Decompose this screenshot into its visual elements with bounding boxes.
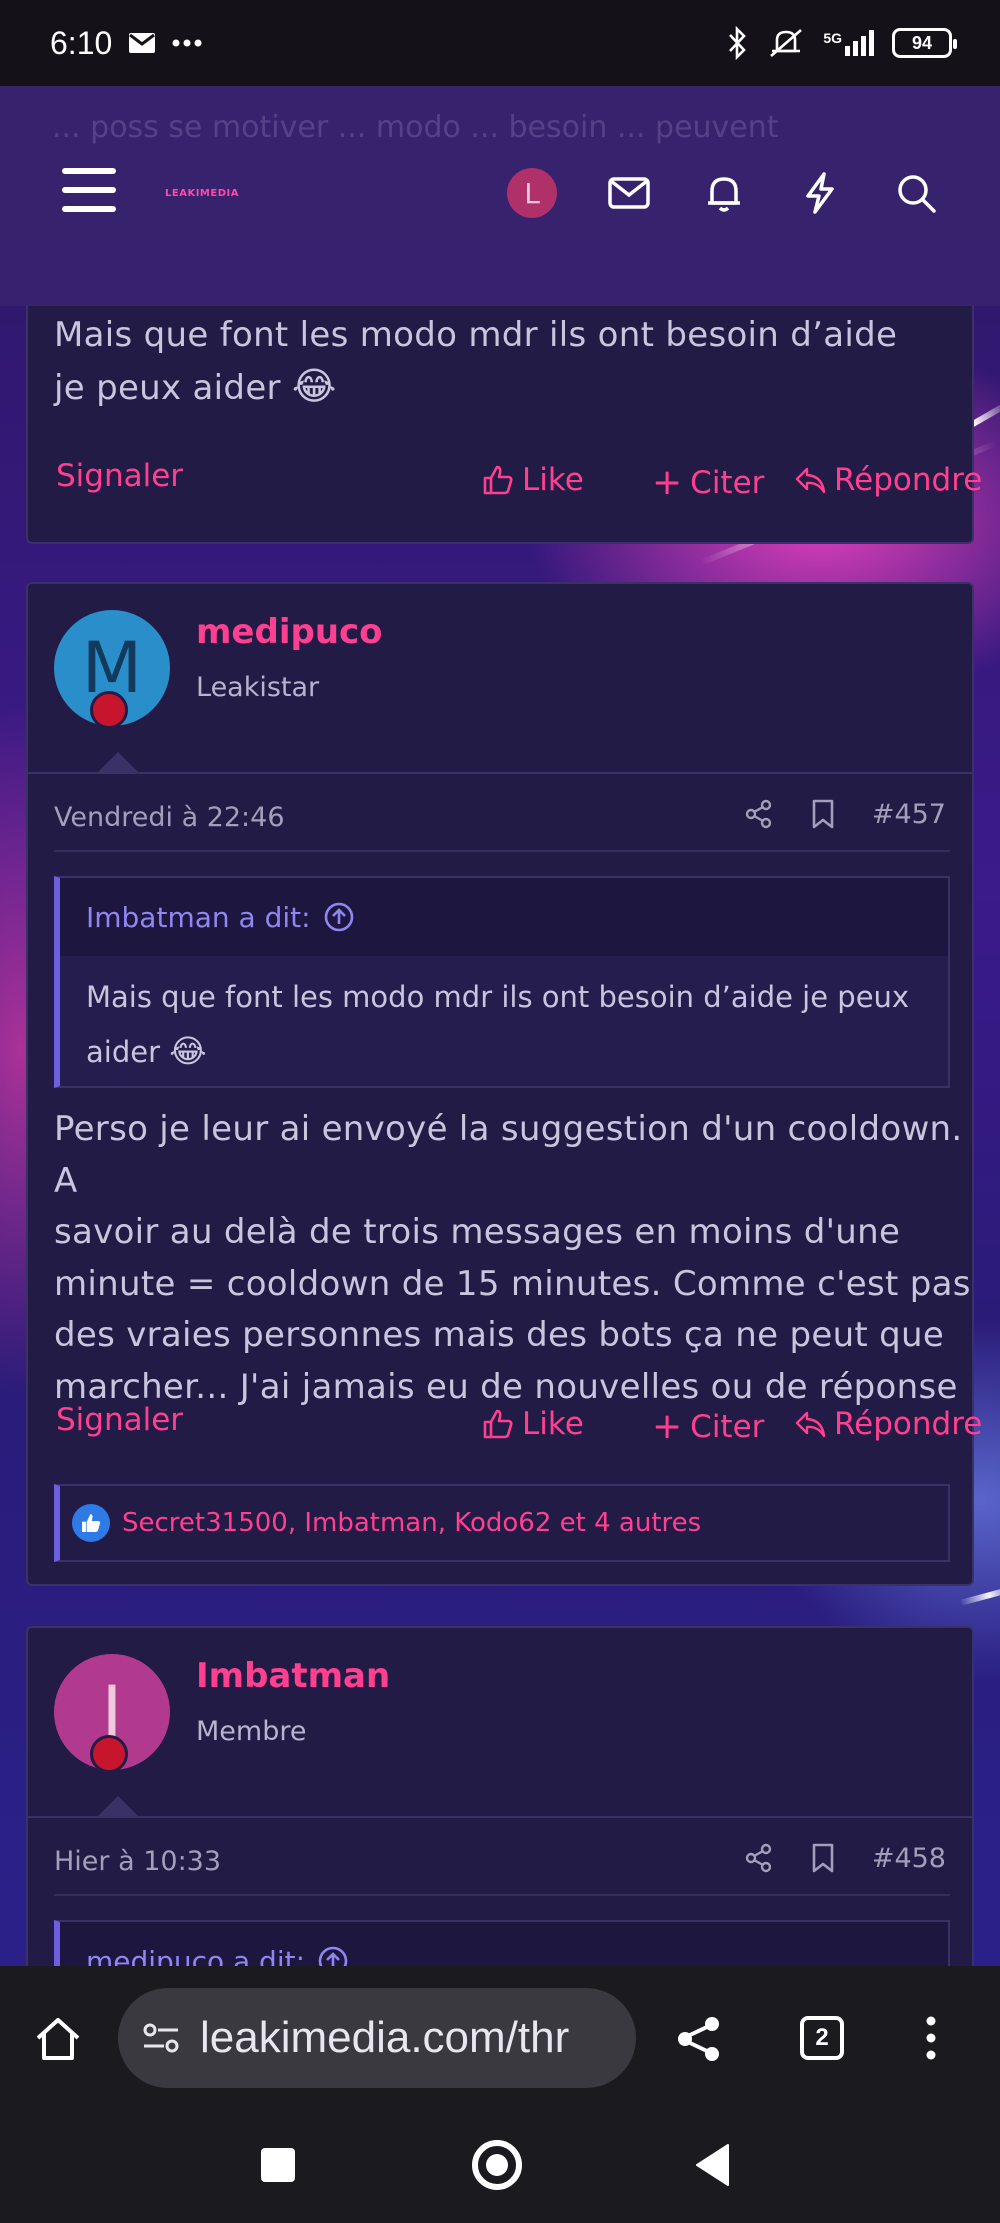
user-badge-icon xyxy=(90,1735,128,1773)
share-page-icon[interactable] xyxy=(674,2014,724,2064)
home-button-icon[interactable] xyxy=(472,2140,522,2190)
battery-indicator: 94 xyxy=(892,28,957,58)
post-body: Mais que font les modo mdr ils ont besoi… xyxy=(54,310,934,414)
like-label: Like xyxy=(522,462,584,498)
system-navigation-bar xyxy=(0,2112,1000,2223)
lightning-icon[interactable] xyxy=(797,170,843,216)
quote-label: Citer xyxy=(690,464,765,501)
quote-button[interactable]: + Citer xyxy=(652,462,764,503)
home-icon[interactable] xyxy=(34,2016,82,2062)
quote-label: Citer xyxy=(690,1408,765,1445)
battery-level: 94 xyxy=(911,32,933,53)
laughing-emoji-icon: 😂 xyxy=(169,1032,207,1070)
post-date[interactable]: Hier à 10:33 xyxy=(54,1846,221,1877)
post-text-line: des vraies personnes mais des bots ça ne… xyxy=(54,1315,945,1355)
site-logo[interactable]: LEAKIMEDIA xyxy=(165,188,239,199)
system-status-bar: 6:10 5G 94 xyxy=(0,0,1000,86)
thumbs-up-icon xyxy=(483,465,513,495)
recents-button-icon[interactable] xyxy=(261,2148,295,2182)
post-body: Perso je leur ai envoyé la suggestion d'… xyxy=(54,1104,974,1413)
reply-arrow-icon xyxy=(795,1411,826,1438)
network-type: 5G xyxy=(823,30,842,46)
user-avatar-button[interactable]: L xyxy=(507,168,557,218)
username-link[interactable]: Imbatman xyxy=(196,1656,390,1696)
thumbs-up-icon xyxy=(483,1409,513,1439)
like-reaction-icon xyxy=(72,1504,110,1542)
menu-hamburger-icon[interactable] xyxy=(62,168,116,212)
reactions-list[interactable]: Secret31500, Imbatman, Kodo62 et 4 autre… xyxy=(122,1508,701,1538)
back-button-icon[interactable] xyxy=(694,2142,732,2188)
reply-label: Répondre xyxy=(834,462,983,498)
user-role: Membre xyxy=(196,1716,307,1747)
reply-arrow-icon xyxy=(795,467,826,494)
report-link[interactable]: Signaler xyxy=(56,1402,183,1438)
quote-text: Mais que font les modo mdr ils ont besoi… xyxy=(86,980,910,1069)
reactions-bar[interactable]: Secret31500, Imbatman, Kodo62 et 4 autre… xyxy=(54,1484,950,1562)
url-bar[interactable]: leakimedia.com/thr xyxy=(118,1988,636,2088)
quote-button[interactable]: + Citer xyxy=(652,1406,764,1447)
share-icon[interactable] xyxy=(744,799,774,829)
post-user-header: M medipuco Leakistar xyxy=(28,584,972,774)
bell-icon[interactable] xyxy=(701,170,747,216)
silent-bell-icon xyxy=(770,29,803,57)
quote-block: Imbatman a dit: Mais que font les modo m… xyxy=(54,876,950,1088)
post-text-line: Perso je leur ai envoyé la suggestion d'… xyxy=(54,1109,963,1201)
divider xyxy=(54,1894,950,1896)
post-text-line: savoir au delà de trois messages en moin… xyxy=(54,1212,901,1252)
post-user-header: I Imbatman Membre xyxy=(28,1628,972,1818)
scrolled-text-behind-header: ... poss se motiver ... modo ... besoin … xyxy=(52,110,779,145)
reply-label: Répondre xyxy=(834,1406,983,1442)
post-actions: Signaler Like + Citer Répondre xyxy=(28,458,982,508)
signal-strength-icon: 5G xyxy=(823,30,874,56)
mail-icon[interactable] xyxy=(606,170,652,216)
share-icon[interactable] xyxy=(744,1843,774,1873)
jump-to-quote-icon[interactable] xyxy=(323,901,355,933)
quote-header[interactable]: Imbatman a dit: xyxy=(60,878,948,956)
laughing-emoji-icon: 😂 xyxy=(291,364,337,408)
quote-content: Mais que font les modo mdr ils ont besoi… xyxy=(60,956,948,1093)
post-card-previous: Mais que font les modo mdr ils ont besoi… xyxy=(26,306,982,544)
divider xyxy=(28,772,972,774)
bluetooth-icon xyxy=(729,26,747,60)
bookmark-icon[interactable] xyxy=(810,798,836,830)
post-number-link[interactable]: #458 xyxy=(872,1843,946,1874)
divider xyxy=(28,1816,972,1818)
tab-count: 2 xyxy=(815,2024,829,2051)
url-text: leakimedia.com/thr xyxy=(200,2013,570,2062)
post-meta-actions: #458 xyxy=(744,1842,946,1874)
plus-icon: + xyxy=(652,462,683,503)
status-time: 6:10 xyxy=(50,24,113,61)
like-button[interactable]: Like xyxy=(482,1406,584,1442)
reply-button[interactable]: Répondre xyxy=(794,462,982,498)
header-pointer xyxy=(98,1796,138,1816)
more-notifications-icon xyxy=(172,39,202,47)
post-text-line: minute = cooldown de 15 minutes. Comme c… xyxy=(54,1263,971,1304)
post-date[interactable]: Vendredi à 22:46 xyxy=(54,802,285,833)
report-link[interactable]: Signaler xyxy=(56,458,183,494)
divider xyxy=(54,850,950,852)
search-icon[interactable] xyxy=(893,170,939,216)
like-label: Like xyxy=(522,1406,584,1442)
user-role: Leakistar xyxy=(196,672,320,703)
overflow-menu-icon[interactable] xyxy=(926,2016,936,2060)
post-number-link[interactable]: #457 xyxy=(872,799,946,830)
user-badge-icon xyxy=(90,691,128,729)
bookmark-icon[interactable] xyxy=(810,1842,836,1874)
post-card-457: M medipuco Leakistar Vendredi à 22:46 #4… xyxy=(26,582,982,1586)
mail-notification-icon xyxy=(129,33,156,53)
post-actions: Signaler Like + Citer Répondre xyxy=(28,1402,982,1452)
reply-button[interactable]: Répondre xyxy=(794,1406,982,1442)
header-pointer xyxy=(98,752,138,772)
username-link[interactable]: medipuco xyxy=(196,612,383,652)
browser-toolbar: leakimedia.com/thr 2 xyxy=(0,1966,1000,2112)
post-meta-actions: #457 xyxy=(744,798,946,830)
post-text: Mais que font les modo mdr ils ont besoi… xyxy=(54,315,898,408)
site-settings-icon[interactable] xyxy=(142,2021,180,2055)
tab-switcher-button[interactable]: 2 xyxy=(800,2016,844,2060)
quote-author: Imbatman a dit: xyxy=(86,900,311,934)
plus-icon: + xyxy=(652,1406,683,1447)
like-button[interactable]: Like xyxy=(482,462,584,498)
